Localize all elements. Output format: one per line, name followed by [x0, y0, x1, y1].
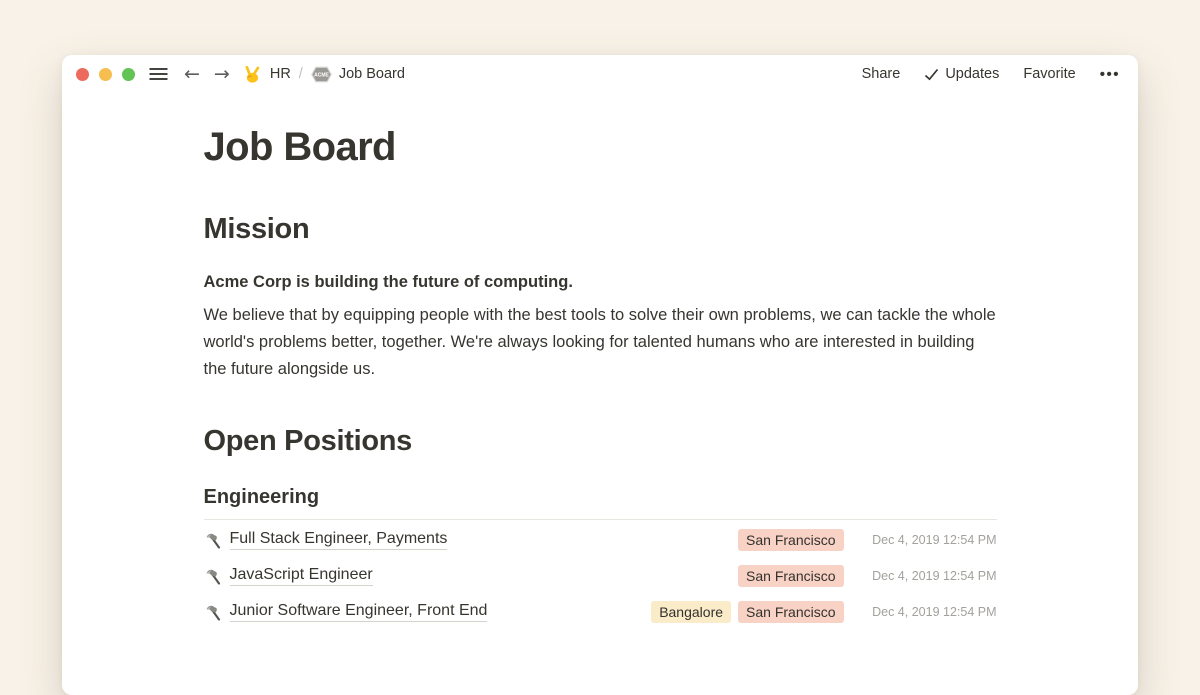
section-divider: [204, 519, 997, 520]
job-link[interactable]: Full Stack Engineer, Payments: [230, 530, 448, 550]
hammer-icon: [204, 604, 221, 621]
job-row: Full Stack Engineer, Payments San Franci…: [204, 522, 997, 558]
more-options-button[interactable]: •••: [1100, 66, 1120, 83]
job-row: JavaScript Engineer San Francisco Dec 4,…: [204, 558, 997, 594]
engineering-group-heading: Engineering: [204, 485, 997, 509]
breadcrumb-separator: /: [299, 66, 303, 82]
job-tags: San Francisco: [738, 529, 843, 551]
job-date: Dec 4, 2019 12:54 PM: [857, 533, 997, 547]
app-window: ← → HR / ACME Job Board: [62, 55, 1138, 695]
job-date: Dec 4, 2019 12:54 PM: [857, 605, 997, 619]
updates-button[interactable]: Updates: [924, 66, 999, 82]
mission-heading: Mission: [204, 211, 997, 247]
breadcrumb-page[interactable]: Job Board: [339, 66, 405, 82]
job-tags: Bangalore San Francisco: [651, 601, 843, 623]
location-tag[interactable]: San Francisco: [738, 565, 843, 587]
share-button[interactable]: Share: [862, 66, 901, 82]
mission-lead: Acme Corp is building the future of comp…: [204, 271, 997, 293]
acme-badge-icon: ACME: [311, 66, 332, 83]
job-link[interactable]: Junior Software Engineer, Front End: [230, 602, 488, 622]
page-title: Job Board: [204, 123, 997, 171]
job-row: Junior Software Engineer, Front End Bang…: [204, 594, 997, 630]
titlebar: ← → HR / ACME Job Board: [62, 55, 1138, 93]
sidebar-menu-icon[interactable]: [149, 67, 168, 81]
back-arrow-button[interactable]: ←: [184, 65, 200, 84]
location-tag[interactable]: San Francisco: [738, 529, 843, 551]
job-tags: San Francisco: [738, 565, 843, 587]
hammer-icon: [204, 532, 221, 549]
zoom-window-button[interactable]: [122, 68, 135, 81]
mission-body: We believe that by equipping people with…: [204, 302, 997, 383]
traffic-lights: [76, 68, 135, 81]
breadcrumb-workspace[interactable]: HR: [270, 66, 291, 82]
hammer-icon: [204, 568, 221, 585]
breadcrumb: HR / ACME Job Board: [244, 65, 405, 83]
location-tag[interactable]: San Francisco: [738, 601, 843, 623]
favorite-button[interactable]: Favorite: [1023, 66, 1075, 82]
close-window-button[interactable]: [76, 68, 89, 81]
job-link[interactable]: JavaScript Engineer: [230, 566, 373, 586]
location-tag[interactable]: Bangalore: [651, 601, 731, 623]
victory-hand-icon: [244, 65, 262, 83]
minimize-window-button[interactable]: [99, 68, 112, 81]
page-content: Job Board Mission Acme Corp is building …: [204, 123, 997, 630]
titlebar-actions: Share Updates Favorite •••: [862, 66, 1120, 83]
forward-arrow-button[interactable]: →: [214, 65, 230, 84]
open-positions-heading: Open Positions: [204, 423, 997, 459]
job-date: Dec 4, 2019 12:54 PM: [857, 569, 997, 583]
check-icon: [924, 68, 939, 81]
svg-text:ACME: ACME: [314, 72, 329, 78]
